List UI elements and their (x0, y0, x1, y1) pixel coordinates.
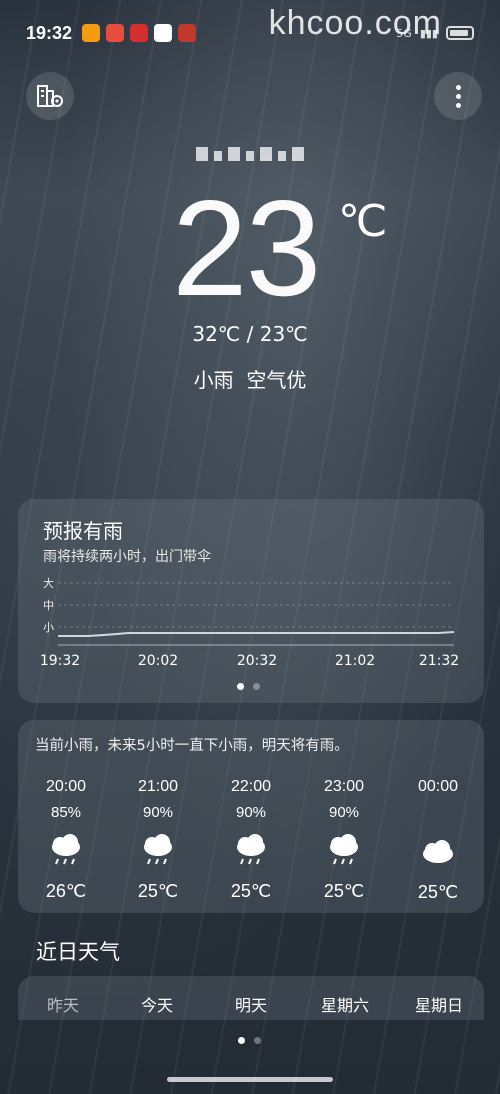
time-tick: 19:32 (40, 653, 80, 669)
level-heavy: 大 (43, 576, 54, 590)
time-tick: 20:32 (237, 653, 277, 669)
current-temperature: 23 (172, 172, 321, 324)
rain-chart: 大 中 小 19:32 20:02 20:32 21:02 21:32 (40, 576, 459, 669)
day-yesterday[interactable]: 昨天 (18, 992, 108, 1016)
hour-precip: 90% (142, 804, 174, 821)
app-notification-icon (178, 24, 197, 42)
hourly-summary: 当前小雨，未来5小时一直下小雨，明天将有雨。 (35, 738, 349, 754)
hour-time: 22:00 (230, 778, 272, 795)
status-time: 19:32 (26, 22, 73, 43)
hour-precip (398, 804, 478, 822)
hour-item[interactable]: 20:00 85% 26℃ (26, 778, 106, 902)
dot-icon (455, 102, 461, 108)
rain-intensity-line (58, 631, 455, 637)
day-today[interactable]: 今天 (112, 992, 202, 1016)
city-manage-button[interactable] (26, 72, 74, 120)
app-notification-icon (130, 24, 149, 42)
hour-item[interactable]: 00:00 25℃ (398, 778, 478, 903)
hour-precip: 85% (50, 804, 82, 821)
city-settings-icon (37, 85, 63, 107)
rain-forecast-card[interactable]: 预报有雨 雨将持续两小时，出门带伞 大 中 小 19:32 20:02 20:3… (18, 499, 484, 703)
rain-cloud-icon (52, 834, 80, 865)
watermark: khcoo.com (268, 4, 442, 42)
rain-cloud-icon (237, 834, 265, 865)
day-sunday[interactable]: 星期日 (394, 992, 484, 1016)
page-pager[interactable] (238, 1037, 261, 1044)
battery-icon (446, 26, 474, 40)
card-pager[interactable] (237, 683, 260, 690)
hour-temp: 25℃ (137, 881, 179, 901)
time-tick: 21:02 (335, 653, 375, 669)
hour-item[interactable]: 22:00 90% 25℃ (211, 778, 291, 902)
recent-weather-card[interactable]: 昨天 今天 明天 星期六 星期日 (18, 976, 484, 1020)
time-tick: 20:02 (138, 653, 178, 669)
dot-icon (455, 84, 461, 90)
weibo-icon (106, 24, 125, 42)
day-tomorrow[interactable]: 明天 (206, 992, 296, 1016)
level-medium: 中 (43, 599, 54, 612)
rain-card-title: 预报有雨 (43, 519, 123, 543)
hour-item[interactable]: 21:00 90% 25℃ (118, 778, 198, 902)
hourly-forecast-card[interactable]: 当前小雨，未来5小时一直下小雨，明天将有雨。 20:00 85% 26℃ 21:… (18, 720, 484, 913)
page-dot[interactable] (254, 1037, 261, 1044)
hour-item[interactable]: 23:00 90% 25℃ (304, 778, 384, 902)
dot-icon (455, 93, 461, 99)
temperature-range: 32℃ / 23℃ (192, 322, 308, 346)
level-light: 小 (43, 621, 54, 634)
hour-precip: 90% (328, 804, 360, 821)
page-dot-active[interactable] (238, 1037, 245, 1044)
hour-time: 23:00 (323, 778, 365, 795)
weather-condition: 小雨 空气优 (193, 368, 307, 392)
time-tick: 21:32 (419, 653, 459, 669)
hour-time: 20:00 (45, 778, 87, 795)
hour-temp: 25℃ (323, 881, 365, 901)
hour-precip: 90% (235, 804, 267, 821)
pager-dot[interactable] (253, 683, 260, 690)
hour-temp: 26℃ (45, 881, 87, 901)
rain-card-subtitle: 雨将持续两小时，出门带伞 (43, 549, 211, 565)
pager-dot-active[interactable] (237, 683, 244, 690)
day-saturday[interactable]: 星期六 (300, 992, 390, 1016)
rain-cloud-icon (330, 834, 358, 865)
hour-time: 21:00 (137, 778, 179, 795)
home-indicator[interactable] (167, 1077, 333, 1082)
cloud-icon (423, 840, 453, 863)
recent-weather-title: 近日天气 (36, 940, 120, 964)
temperature-unit: ℃ (338, 197, 388, 246)
hour-time: 00:00 (417, 778, 459, 795)
app-notification-icon (82, 24, 101, 42)
app-notification-icon (154, 24, 173, 42)
notification-icons (82, 24, 197, 42)
hour-temp: 25℃ (230, 881, 272, 901)
more-menu-button[interactable] (434, 72, 482, 120)
hour-temp: 25℃ (417, 882, 459, 902)
rain-cloud-icon (144, 834, 172, 865)
city-name-redacted (0, 146, 500, 165)
